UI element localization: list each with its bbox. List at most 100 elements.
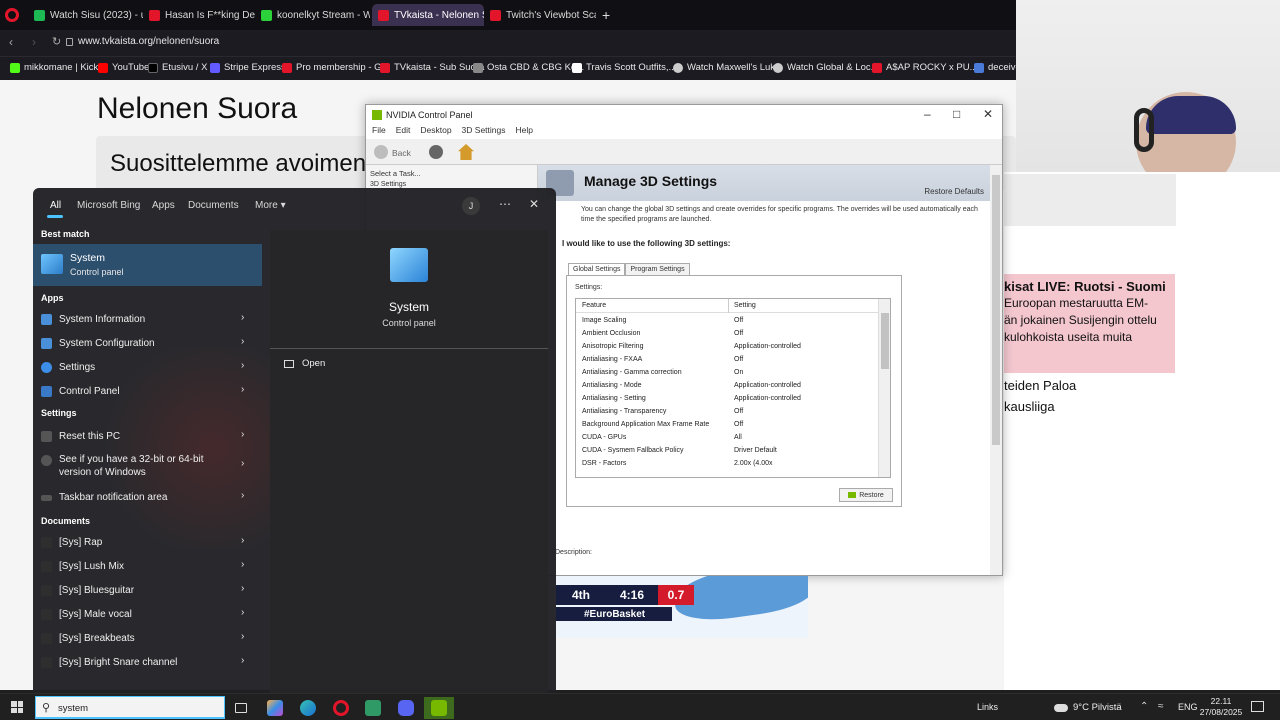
news-link[interactable]: teiden Paloa bbox=[1004, 378, 1076, 393]
bookmark-7[interactable]: Travis Scott Outfits,... bbox=[572, 62, 676, 73]
back-label[interactable]: Back bbox=[392, 148, 411, 158]
table-row[interactable]: Antialiasing - FXAA Off bbox=[576, 354, 876, 367]
opera-icon[interactable] bbox=[330, 697, 352, 719]
bookmark-3[interactable]: Stripe Express bbox=[210, 62, 286, 73]
back-arrow-icon[interactable] bbox=[374, 145, 388, 159]
bookmark-6[interactable]: Osta CBD & CBG Ke... bbox=[473, 62, 584, 73]
table-row[interactable]: Antialiasing - Setting Application-contro… bbox=[576, 393, 876, 406]
more-options-icon[interactable]: ⋯ bbox=[499, 197, 511, 211]
grid-scrollbar[interactable] bbox=[878, 299, 890, 477]
scrollbar-thumb[interactable] bbox=[881, 313, 889, 369]
document-item[interactable]: [Sys] Lush Mix › bbox=[33, 556, 262, 578]
chevron-right-icon[interactable]: › bbox=[241, 655, 244, 666]
tab-0[interactable]: Watch Sisu (2023) - uFlix bbox=[28, 4, 143, 26]
tab-more[interactable]: More ▾ bbox=[255, 200, 286, 211]
chevron-right-icon[interactable]: › bbox=[241, 458, 244, 469]
maximize-icon[interactable]: □ bbox=[953, 107, 960, 121]
discord-icon[interactable] bbox=[395, 697, 417, 719]
back-icon[interactable]: ‹ bbox=[9, 35, 13, 49]
bookmark-2[interactable]: Etusivu / X bbox=[148, 62, 207, 73]
bookmark-1[interactable]: YouTube bbox=[98, 62, 149, 73]
tab-3-active[interactable]: TVkaista - Nelonen Su bbox=[372, 4, 484, 26]
restore-defaults-link[interactable]: Restore Defaults bbox=[924, 187, 984, 196]
app-settings[interactable]: Settings › bbox=[33, 357, 262, 379]
setting-32-or-64-bit[interactable]: See if you have a 32-bit or 64-bit versi… bbox=[33, 450, 262, 482]
chevron-right-icon[interactable]: › bbox=[241, 336, 244, 347]
tab-all[interactable]: All bbox=[50, 200, 61, 211]
reload-icon[interactable]: ↻ bbox=[52, 35, 61, 48]
chevron-right-icon[interactable]: › bbox=[241, 583, 244, 594]
setting-taskbar-notification-area[interactable]: Taskbar notification area › bbox=[33, 487, 262, 509]
network-icon[interactable]: ≈ bbox=[1158, 701, 1164, 712]
home-icon[interactable] bbox=[458, 144, 474, 160]
bookmark-5[interactable]: TVkaista - Sub Suora bbox=[380, 62, 484, 73]
restore-button[interactable]: Restore bbox=[839, 488, 893, 502]
news-link[interactable]: kausliiga bbox=[1004, 399, 1055, 414]
chevron-right-icon[interactable]: › bbox=[241, 429, 244, 440]
taskbar-search[interactable]: ⚲ bbox=[35, 696, 225, 719]
chevron-right-icon[interactable]: › bbox=[241, 312, 244, 323]
table-row[interactable]: Antialiasing - Transparency Off bbox=[576, 406, 876, 419]
document-item[interactable]: [Sys] Bright Snare channel › bbox=[33, 652, 262, 674]
search-input[interactable] bbox=[58, 701, 218, 715]
menu-3d-settings[interactable]: 3D Settings bbox=[462, 125, 506, 139]
news-card[interactable]: kisat LIVE: Ruotsi - Suomi Euroopan mest… bbox=[1004, 274, 1175, 373]
document-item[interactable]: [Sys] Bluesguitar › bbox=[33, 580, 262, 602]
document-item[interactable]: [Sys] Male vocal › bbox=[33, 604, 262, 626]
document-item[interactable]: [Sys] Breakbeats › bbox=[33, 628, 262, 650]
table-row[interactable]: Background Application Max Frame Rate Off bbox=[576, 419, 876, 432]
app-system-configuration[interactable]: System Configuration › bbox=[33, 333, 262, 355]
minimize-icon[interactable]: – bbox=[924, 107, 931, 121]
table-row[interactable]: Antialiasing - Gamma correction On bbox=[576, 367, 876, 380]
bookmark-4[interactable]: Pro membership - G... bbox=[282, 62, 389, 73]
table-row[interactable]: Antialiasing - Mode Application-controlle… bbox=[576, 380, 876, 393]
tab-4[interactable]: Twitch's Viewbot Scandal bbox=[484, 4, 596, 26]
avatar[interactable]: J bbox=[462, 197, 480, 215]
new-tab-button[interactable]: + bbox=[602, 7, 610, 23]
tab-microsoft-bing[interactable]: Microsoft Bing bbox=[77, 200, 140, 211]
settings-grid[interactable]: Feature Setting Image Scaling Off Ambient… bbox=[575, 298, 891, 478]
bookmark-8[interactable]: Watch Maxwell's Luk... bbox=[673, 62, 783, 73]
best-match-result[interactable]: System Control panel bbox=[33, 244, 262, 286]
chevron-right-icon[interactable]: › bbox=[241, 490, 244, 501]
menu-edit[interactable]: Edit bbox=[396, 125, 411, 139]
table-row[interactable]: Anisotropic Filtering Application-control… bbox=[576, 341, 876, 354]
tab-1[interactable]: Hasan Is F**king Desperat... bbox=[143, 4, 255, 26]
task-3d-settings[interactable]: 3D Settings bbox=[370, 181, 406, 188]
menu-desktop[interactable]: Desktop bbox=[420, 125, 451, 139]
chevron-right-icon[interactable]: › bbox=[241, 631, 244, 642]
opera-logo-icon[interactable] bbox=[5, 8, 19, 22]
weather-widget[interactable]: 9°C Pilvistä bbox=[1054, 702, 1122, 713]
bookmark-11[interactable]: deceived bbox=[974, 62, 1016, 73]
close-icon[interactable]: ✕ bbox=[983, 107, 993, 121]
chevron-right-icon[interactable]: › bbox=[241, 384, 244, 395]
setting-reset-this-pc[interactable]: Reset this PC › bbox=[33, 426, 262, 448]
windows-start-icon[interactable] bbox=[11, 701, 23, 713]
chevron-right-icon[interactable]: › bbox=[241, 559, 244, 570]
bookmark-10[interactable]: A$AP ROCKY x PU... bbox=[872, 62, 978, 73]
bookmark-0[interactable]: mikkomane | Kick bbox=[10, 62, 98, 73]
links-toolbar[interactable]: Links bbox=[977, 702, 998, 712]
table-row[interactable]: Image Scaling Off bbox=[576, 315, 876, 328]
chevron-right-icon[interactable]: › bbox=[241, 360, 244, 371]
menu-file[interactable]: File bbox=[372, 125, 386, 139]
notification-icon[interactable] bbox=[1251, 701, 1264, 712]
chevron-up-icon[interactable]: ⌃ bbox=[1140, 701, 1148, 712]
copilot-icon[interactable] bbox=[264, 697, 286, 719]
forward-arrow-icon[interactable] bbox=[429, 145, 443, 159]
app-icon[interactable] bbox=[362, 697, 384, 719]
edge-icon[interactable] bbox=[297, 697, 319, 719]
forward-icon[interactable]: › bbox=[32, 35, 36, 49]
table-row[interactable]: CUDA - Sysmem Fallback Policy Driver Defa… bbox=[576, 445, 876, 458]
app-control-panel[interactable]: Control Panel › bbox=[33, 381, 262, 403]
tab-documents[interactable]: Documents bbox=[188, 200, 239, 211]
url-field[interactable]: www.tvkaista.org/nelonen/suora bbox=[78, 36, 219, 47]
task-view-icon[interactable] bbox=[230, 697, 252, 719]
open-action[interactable]: Open bbox=[284, 358, 325, 369]
main-scrollbar[interactable] bbox=[990, 165, 1002, 575]
bookmark-9[interactable]: Watch Global & Loc... bbox=[773, 62, 879, 73]
nvidia-taskbar-icon[interactable] bbox=[424, 697, 454, 719]
tab-2[interactable]: koonelkyt Stream - Watch bbox=[255, 4, 370, 26]
menu-help[interactable]: Help bbox=[516, 125, 533, 139]
chevron-right-icon[interactable]: › bbox=[241, 535, 244, 546]
